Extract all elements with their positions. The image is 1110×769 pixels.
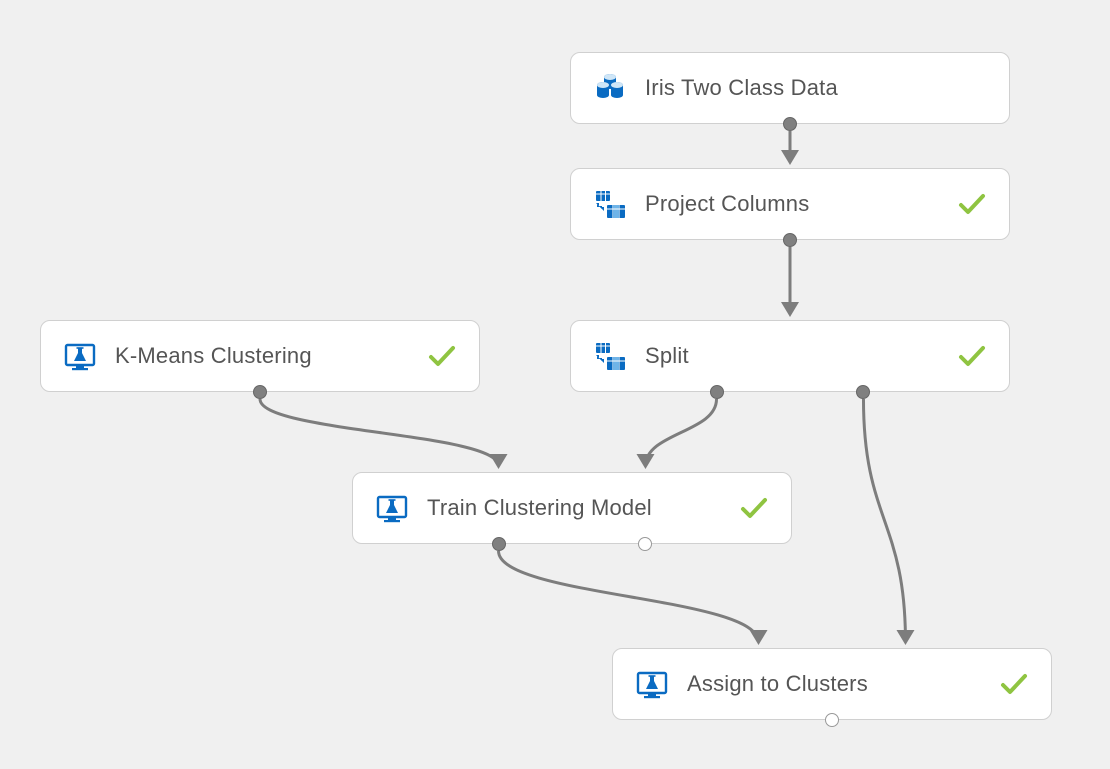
dataset-icon	[593, 71, 627, 105]
status-ok-icon	[957, 341, 987, 371]
output-port[interactable]	[253, 385, 267, 399]
node-label: Project Columns	[645, 191, 957, 217]
status-ok-icon	[739, 493, 769, 523]
node-split[interactable]: Split	[570, 320, 1010, 392]
node-iris-two-class-data[interactable]: Iris Two Class Data	[570, 52, 1010, 124]
node-k-means-clustering[interactable]: K-Means Clustering	[40, 320, 480, 392]
node-label: Assign to Clusters	[687, 671, 999, 697]
connector[interactable]	[499, 551, 759, 642]
experiment-icon	[63, 339, 97, 373]
connector[interactable]	[260, 399, 499, 466]
output-port[interactable]	[783, 117, 797, 131]
project-columns-icon	[593, 339, 627, 373]
status-ok-icon	[999, 669, 1029, 699]
output-port[interactable]	[783, 233, 797, 247]
node-project-columns[interactable]: Project Columns	[570, 168, 1010, 240]
node-label: Iris Two Class Data	[645, 75, 987, 101]
node-label: Train Clustering Model	[427, 495, 739, 521]
connector[interactable]	[863, 399, 905, 642]
node-label: Split	[645, 343, 957, 369]
node-train-clustering-model[interactable]: Train Clustering Model	[352, 472, 792, 544]
experiment-canvas[interactable]: Iris Two Class Data Project Co	[0, 0, 1110, 769]
connector[interactable]	[645, 399, 716, 466]
node-assign-to-clusters[interactable]: Assign to Clusters	[612, 648, 1052, 720]
output-port[interactable]	[638, 537, 652, 551]
node-label: K-Means Clustering	[115, 343, 427, 369]
experiment-icon	[375, 491, 409, 525]
experiment-icon	[635, 667, 669, 701]
project-columns-icon	[593, 187, 627, 221]
status-ok-icon	[957, 189, 987, 219]
output-port[interactable]	[710, 385, 724, 399]
output-port[interactable]	[856, 385, 870, 399]
status-ok-icon	[427, 341, 457, 371]
output-port[interactable]	[492, 537, 506, 551]
output-port[interactable]	[825, 713, 839, 727]
